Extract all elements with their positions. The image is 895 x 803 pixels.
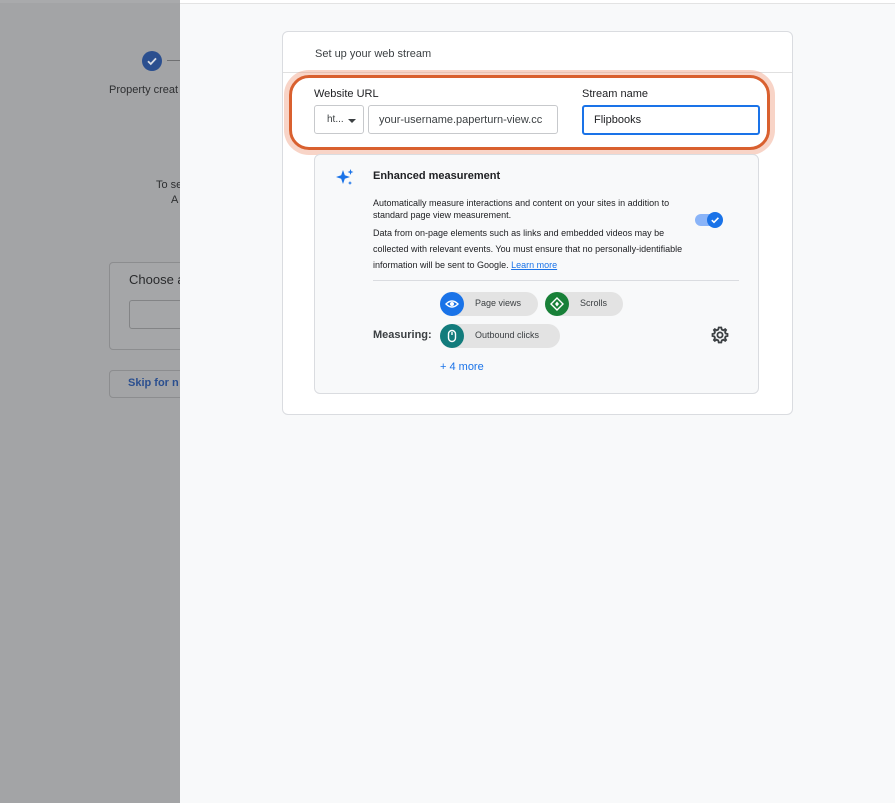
chip-label: Outbound clicks [475, 330, 540, 340]
stream-name-label: Stream name [582, 88, 649, 100]
learn-more-link[interactable]: Learn more [511, 260, 557, 270]
gear-icon[interactable] [710, 325, 730, 345]
enhanced-measurement-title: Enhanced measurement [373, 170, 501, 182]
enhanced-measurement-toggle[interactable] [695, 212, 725, 228]
chip-label: Page views [475, 298, 522, 308]
background-text: To se [156, 179, 183, 191]
mouse-icon [440, 324, 464, 348]
check-icon [711, 217, 719, 224]
enhanced-measurement-description: Automatically measure interactions and c… [373, 198, 670, 220]
sparkle-icon [336, 169, 354, 185]
scroll-diamond-icon [545, 292, 569, 316]
website-url-input[interactable] [368, 105, 558, 134]
chip-page-views: Page views [440, 292, 538, 316]
divider [373, 280, 739, 281]
toggle-knob [707, 212, 723, 228]
chip-outbound-clicks: Outbound clicks [440, 324, 560, 348]
eye-icon [440, 292, 464, 316]
more-events-link[interactable]: + 4 more [440, 361, 484, 373]
caret-down-icon [348, 119, 356, 123]
background-card-title: Choose a [129, 272, 185, 287]
stream-name-input[interactable] [582, 105, 760, 135]
step-complete-icon [142, 51, 162, 71]
protocol-select[interactable]: ht... [314, 105, 364, 134]
step-label: Property creat [109, 84, 179, 96]
chip-scrolls: Scrolls [545, 292, 623, 316]
chip-label: Scrolls [580, 298, 608, 308]
protocol-select-value: ht... [327, 114, 344, 125]
measuring-label: Measuring: [373, 329, 432, 341]
skip-button-label: Skip for n [128, 377, 179, 389]
website-url-label: Website URL [314, 88, 379, 100]
section-title: Set up your web stream [315, 48, 432, 60]
divider [283, 72, 792, 73]
enhanced-measurement-panel [314, 154, 759, 394]
drawer-top-bar [180, 0, 895, 4]
background-text: A [171, 194, 179, 206]
background-top-edge [0, 0, 180, 3]
stepper-line [167, 60, 180, 61]
data-collection-notice: Data from on-page elements such as links… [373, 225, 698, 273]
